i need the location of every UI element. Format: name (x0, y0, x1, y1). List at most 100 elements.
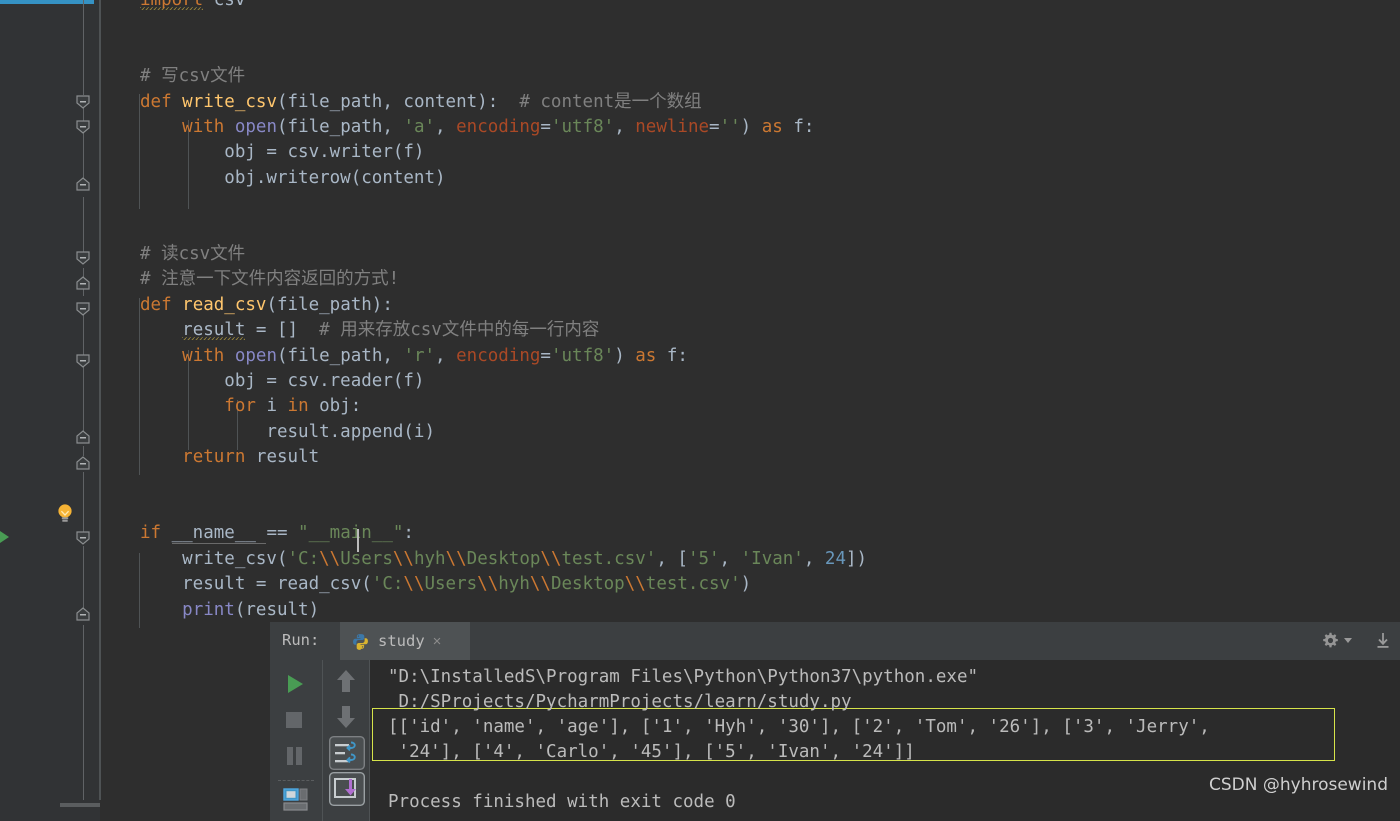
code-token: obj = csv.writer(f) (140, 142, 425, 163)
code-token: # 读csv文件 (140, 244, 246, 264)
code-token: open (234, 117, 277, 137)
code-token: \\ (477, 574, 499, 595)
code-token: as (635, 345, 667, 366)
arrow-up-icon (337, 670, 355, 692)
code-line[interactable]: for i in obj: (101, 394, 361, 419)
code-line[interactable] (101, 217, 140, 242)
run-tool-window[interactable]: Run: study × "D:\InstalledS\Program File… (270, 622, 1400, 821)
code-line[interactable]: with open(file_path, 'r', encoding='utf8… (101, 344, 688, 369)
fold-collapse-icon[interactable] (76, 302, 90, 316)
code-line[interactable]: obj = csv.reader(f) (101, 369, 424, 394)
code-line[interactable]: write_csv('C:\\Users\\hyh\\Desktop\\test… (101, 547, 867, 572)
code-line[interactable]: if __name__ == "__main__": (101, 521, 414, 546)
soft-wrap-icon (328, 735, 365, 770)
horizontal-scrollbar-thumb[interactable] (60, 803, 100, 807)
code-token: test.csv' (645, 574, 741, 595)
pause-output-button[interactable] (285, 746, 304, 770)
run-tab-label: study (378, 632, 425, 650)
code-line[interactable]: # 写csv文件 (101, 64, 245, 89)
fold-line (82, 197, 84, 255)
run-console-output[interactable]: "D:\InstalledS\Program Files\Python\Pyth… (370, 660, 1400, 821)
code-line[interactable]: def read_csv(file_path): (101, 293, 393, 318)
code-token: (result) (234, 599, 320, 620)
code-line[interactable]: def write_csv(file_path, content): # con… (101, 90, 702, 115)
gear-icon (1323, 632, 1338, 648)
code-token: in (287, 396, 320, 417)
code-token: # 写csv文件 (140, 66, 246, 87)
console-line: D:/SProjects/PycharmProjects/learn/study… (388, 692, 852, 712)
code-line[interactable]: # 注意一下文件内容返回的方式! (101, 267, 399, 292)
fold-end-icon[interactable] (76, 456, 90, 470)
code-token: result (182, 320, 246, 341)
code-line[interactable]: return result (101, 445, 319, 470)
code-token: ) (614, 345, 636, 366)
fold-collapse-icon[interactable] (76, 354, 90, 368)
close-icon[interactable]: × (433, 633, 442, 650)
code-line[interactable] (101, 191, 140, 216)
text-caret (357, 529, 359, 552)
code-token: : (403, 523, 414, 544)
code-token: # 注意一下文件内容返回的方式! (140, 269, 400, 290)
code-line[interactable] (101, 39, 140, 64)
chevron-down-icon[interactable] (1344, 638, 1352, 643)
intention-bulb-icon[interactable] (55, 503, 75, 525)
code-token: 'utf8' (550, 345, 615, 366)
fold-end-icon[interactable] (76, 276, 90, 290)
code-token: = (540, 345, 551, 366)
code-line[interactable]: obj.writerow(content) (101, 166, 446, 191)
code-token: open (234, 345, 277, 366)
python-icon (352, 633, 369, 650)
code-line[interactable] (101, 471, 140, 496)
code-token: hyh (498, 574, 530, 595)
rerun-button[interactable] (284, 673, 306, 699)
code-line[interactable]: with open(file_path, 'a', encoding='utf8… (101, 115, 814, 140)
code-line[interactable]: # 读csv文件 (101, 242, 245, 267)
fold-collapse-icon[interactable] (76, 251, 90, 265)
code-line[interactable]: result = [] # 用来存放csv文件中的每一行内容 (101, 318, 599, 343)
code-token: i (266, 396, 288, 417)
scroll-end-icon (328, 771, 365, 806)
code-token: 'Ivan' (740, 548, 804, 569)
code-token: (file_path, (277, 345, 404, 366)
code-token: Users (340, 548, 393, 569)
run-toolbar-secondary[interactable] (322, 660, 370, 821)
fold-collapse-icon[interactable] (76, 531, 90, 545)
code-token: 'a' (403, 117, 436, 137)
code-line[interactable]: result.append(i) (101, 420, 435, 445)
run-toolbar-primary[interactable] (270, 660, 322, 821)
run-line-marker-icon[interactable] (0, 531, 9, 543)
code-token: obj.writerow(content) (140, 167, 446, 188)
code-token: "__main__" (298, 523, 404, 544)
settings-button[interactable] (1322, 632, 1352, 649)
down-stack-button[interactable] (334, 704, 358, 734)
code-line[interactable] (101, 496, 140, 521)
fold-end-icon[interactable] (76, 607, 90, 621)
code-token: \\ (403, 574, 425, 595)
export-output-button[interactable] (1374, 632, 1392, 654)
code-token: newline (635, 117, 710, 137)
fold-end-icon[interactable] (76, 177, 90, 191)
up-stack-button[interactable] (334, 668, 358, 698)
run-tab-study[interactable]: study × (340, 622, 470, 660)
restore-layout-button[interactable] (283, 788, 308, 816)
code-line[interactable]: import csv (101, 0, 245, 13)
code-token: , [ (656, 548, 688, 569)
stop-button[interactable] (284, 710, 304, 734)
fold-end-icon[interactable] (76, 430, 90, 444)
code-token: \\ (445, 548, 467, 569)
soft-wrap-button[interactable] (328, 735, 365, 774)
code-token: as (761, 117, 794, 137)
code-token: def (140, 91, 183, 112)
code-token: # content是一个数组 (519, 91, 702, 112)
code-line[interactable]: obj = csv.writer(f) (101, 140, 424, 165)
code-line[interactable]: print(result) (101, 598, 319, 623)
fold-collapse-icon[interactable] (76, 95, 90, 109)
code-line[interactable] (101, 13, 140, 38)
code-line[interactable]: result = read_csv('C:\\Users\\hyh\\Deskt… (101, 572, 751, 597)
code-token: def (140, 294, 183, 315)
fold-collapse-icon[interactable] (76, 120, 90, 134)
scroll-to-end-button[interactable] (328, 771, 365, 810)
